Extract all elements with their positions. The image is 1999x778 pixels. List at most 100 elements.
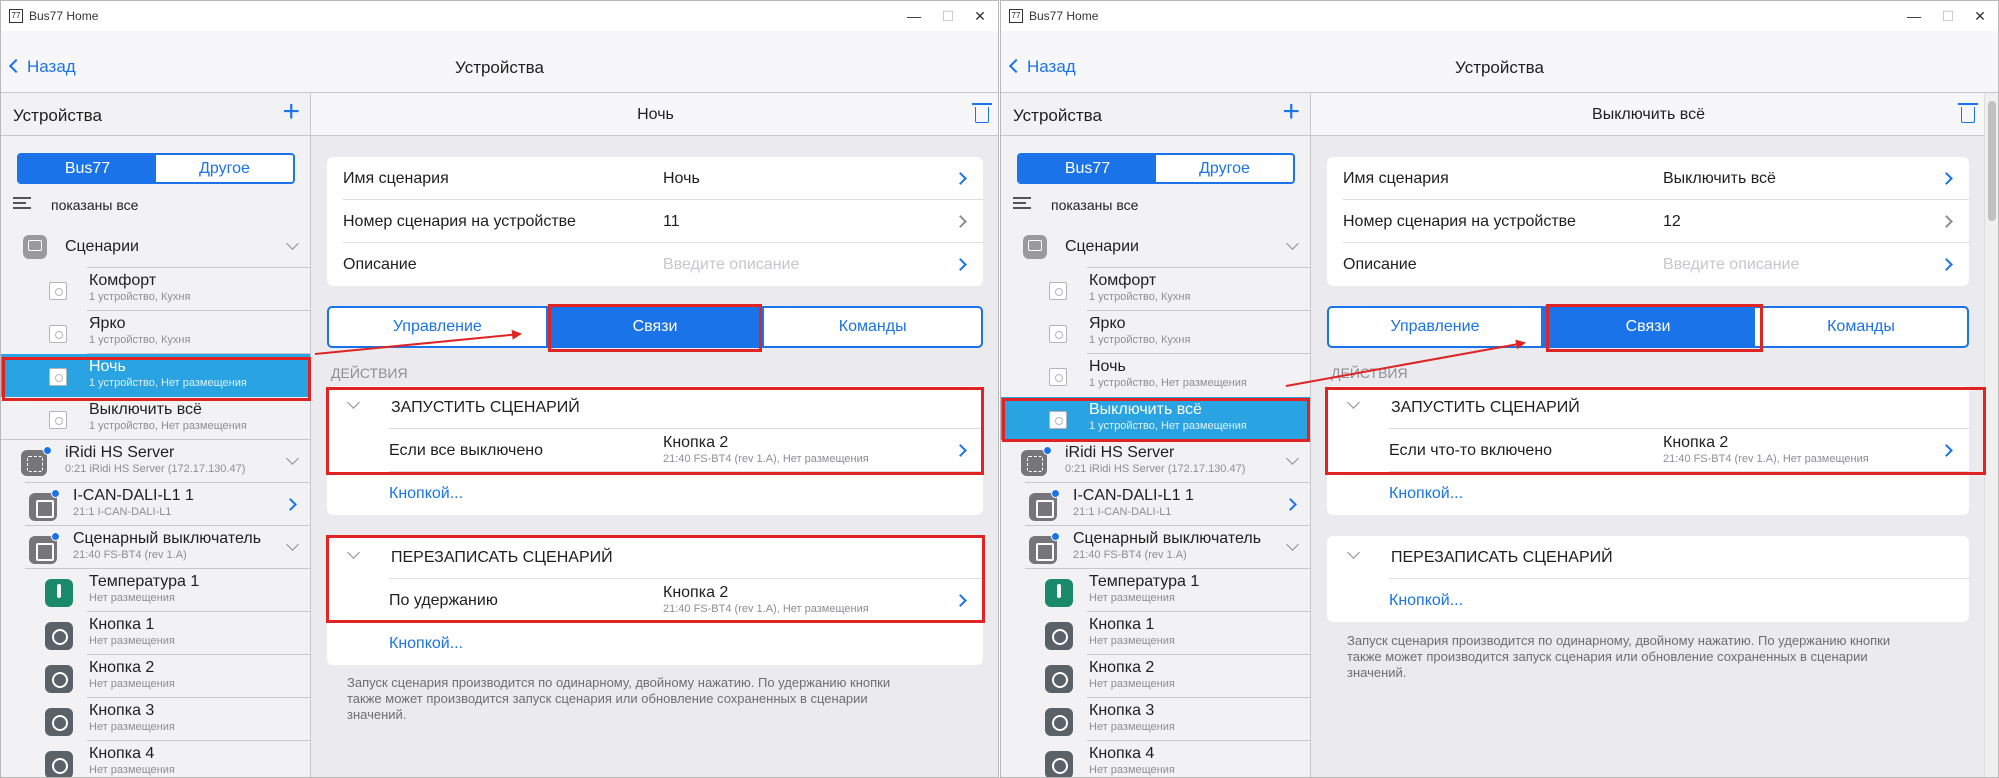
tree-group-server[interactable]: iRidi HS Server 0:21 iRidi HS Server (17… bbox=[1, 440, 310, 483]
add-button-link[interactable]: Кнопкой... bbox=[1389, 485, 1463, 503]
list-item[interactable]: Ночь 1 устройство, Нет размещения bbox=[1001, 354, 1310, 397]
group-title: ЗАПУСТИТЬ СЦЕНАРИЙ bbox=[391, 399, 580, 416]
add-button-link[interactable]: Кнопкой... bbox=[389, 635, 463, 653]
chevron-right-icon bbox=[1940, 215, 1953, 228]
row-name: Ярко bbox=[1089, 315, 1126, 332]
tab-links[interactable]: Связи bbox=[1542, 308, 1755, 346]
list-item-selected[interactable]: Выключить всё 1 устройство, Нет размещен… bbox=[1001, 397, 1310, 440]
minimize-button[interactable]: — bbox=[1900, 5, 1928, 27]
group-header-overwrite[interactable]: ПЕРЕЗАПИСАТЬ СЦЕНАРИЙ bbox=[1327, 536, 1969, 579]
group-header-run[interactable]: ЗАПУСТИТЬ СЦЕНАРИЙ bbox=[327, 386, 983, 429]
filter-row[interactable]: показаны все bbox=[1013, 193, 1303, 217]
tab-control[interactable]: Управление bbox=[329, 308, 547, 346]
add-link-row[interactable]: Кнопкой... bbox=[327, 622, 983, 665]
row-name: Кнопка 1 bbox=[89, 616, 155, 633]
field-row-number[interactable]: Номер сценария на устройстве 11 bbox=[327, 200, 983, 243]
tree-group-scenarios[interactable]: Сценарии bbox=[1001, 225, 1310, 268]
row-name: Сценарный выключатель bbox=[73, 530, 262, 547]
group-header-overwrite[interactable]: ПЕРЕЗАПИСАТЬ СЦЕНАРИЙ bbox=[327, 536, 983, 579]
maximize-button[interactable]: ☐ bbox=[934, 5, 962, 27]
tab-control[interactable]: Управление bbox=[1329, 308, 1542, 346]
status-dot bbox=[51, 532, 60, 541]
help-note: Запуск сценария производится по одинарно… bbox=[1347, 633, 1977, 681]
description-placeholder[interactable]: Введите описание bbox=[1663, 256, 1799, 274]
scenarios-icon bbox=[23, 235, 47, 259]
list-item[interactable]: Кнопка 3 Нет размещения bbox=[1, 698, 310, 741]
scrollbar-thumb[interactable] bbox=[1988, 101, 1996, 221]
segment-other[interactable]: Другое bbox=[1156, 155, 1293, 182]
add-button-link[interactable]: Кнопкой... bbox=[389, 485, 463, 503]
segment-other[interactable]: Другое bbox=[156, 155, 293, 182]
group-header-run[interactable]: ЗАПУСТИТЬ СЦЕНАРИЙ bbox=[1327, 386, 1969, 429]
list-item[interactable]: Комфорт 1 устройство, Кухня bbox=[1, 268, 310, 311]
nav-bar: Назад Устройства bbox=[1001, 31, 1998, 93]
segment-bus77[interactable]: Bus77 bbox=[19, 155, 156, 182]
minimize-button[interactable]: — bbox=[900, 5, 928, 27]
chevron-down-icon bbox=[1347, 396, 1360, 409]
field-row-description[interactable]: Описание Введите описание bbox=[1327, 243, 1969, 286]
list-item[interactable]: Ярко 1 устройство, Кухня bbox=[1001, 311, 1310, 354]
tree-group-server[interactable]: iRidi HS Server 0:21 iRidi HS Server (17… bbox=[1001, 440, 1310, 483]
list-item[interactable]: Кнопка 4 Нет размещения bbox=[1, 741, 310, 777]
row-subtitle: Нет размещения bbox=[1089, 635, 1175, 647]
tree-item-dali[interactable]: I-CAN-DALI-L1 1 21:1 I-CAN-DALI-L1 bbox=[1001, 483, 1310, 526]
tab-commands[interactable]: Команды bbox=[1755, 308, 1967, 346]
list-item[interactable]: Ярко 1 устройство, Кухня bbox=[1, 311, 310, 354]
filter-row[interactable]: показаны все bbox=[13, 193, 303, 217]
field-row-name[interactable]: Имя сценария Ночь bbox=[327, 157, 983, 200]
list-item[interactable]: Кнопка 2 Нет размещения bbox=[1001, 655, 1310, 698]
trash-icon[interactable] bbox=[1958, 103, 1978, 123]
list-item[interactable]: Кнопка 2 Нет размещения bbox=[1, 655, 310, 698]
action-row[interactable]: По удержанию Кнопка 2 21:40 FS-BT4 (rev … bbox=[327, 579, 983, 622]
action-row[interactable]: Если что-то включено Кнопка 2 21:40 FS-B… bbox=[1327, 429, 1969, 472]
row-name: iRidi HS Server bbox=[1065, 444, 1175, 461]
field-row-description[interactable]: Описание Введите описание bbox=[327, 243, 983, 286]
list-item[interactable]: Кнопка 3 Нет размещения bbox=[1001, 698, 1310, 741]
add-device-button[interactable]: + bbox=[282, 97, 300, 127]
window-title: Bus77 Home bbox=[1029, 9, 1099, 23]
tree-group-switch[interactable]: Сценарный выключатель 21:40 FS-BT4 (rev … bbox=[1001, 526, 1310, 569]
scenario-icon bbox=[1049, 368, 1067, 386]
list-item[interactable]: Кнопка 4 Нет размещения bbox=[1001, 741, 1310, 777]
row-name: Сценарии bbox=[1065, 238, 1139, 255]
field-row-name[interactable]: Имя сценария Выключить всё bbox=[1327, 157, 1969, 200]
list-item[interactable]: Кнопка 1 Нет размещения bbox=[1001, 612, 1310, 655]
status-dot bbox=[51, 489, 60, 498]
add-link-row[interactable]: Кнопкой... bbox=[1327, 472, 1969, 515]
list-item[interactable]: Комфорт 1 устройство, Кухня bbox=[1001, 268, 1310, 311]
add-link-row[interactable]: Кнопкой... bbox=[1327, 579, 1969, 622]
chevron-right-icon bbox=[1940, 444, 1953, 457]
power-button-icon bbox=[45, 751, 73, 777]
action-row[interactable]: Если все выключено Кнопка 2 21:40 FS-BT4… bbox=[327, 429, 983, 472]
maximize-button[interactable]: ☐ bbox=[1934, 5, 1962, 27]
field-row-number[interactable]: Номер сценария на устройстве 12 bbox=[1327, 200, 1969, 243]
chevron-right-icon bbox=[954, 594, 967, 607]
close-button[interactable]: ✕ bbox=[1966, 5, 1994, 27]
devices-sidebar: Устройства + Bus77 Другое показаны все С… bbox=[1, 93, 311, 777]
tree-item-dali[interactable]: I-CAN-DALI-L1 1 21:1 I-CAN-DALI-L1 bbox=[1, 483, 310, 526]
tree-group-switch[interactable]: Сценарный выключатель 21:40 FS-BT4 (rev … bbox=[1, 526, 310, 569]
section-label: ДЕЙСТВИЯ bbox=[331, 365, 408, 381]
tab-commands[interactable]: Команды bbox=[764, 308, 981, 346]
description-placeholder[interactable]: Введите описание bbox=[663, 256, 799, 274]
app-window-left: 77 Bus77 Home — ☐ ✕ Назад Устройства Уст… bbox=[0, 0, 999, 778]
scenario-icon bbox=[49, 325, 67, 343]
chevron-down-icon bbox=[1286, 538, 1299, 551]
add-device-button[interactable]: + bbox=[1282, 97, 1300, 127]
scenario-icon bbox=[1049, 325, 1067, 343]
row-name: iRidi HS Server bbox=[65, 444, 175, 461]
list-item[interactable]: Выключить всё 1 устройство, Нет размещен… bbox=[1, 397, 310, 440]
list-item[interactable]: Температура 1 Нет размещения bbox=[1001, 569, 1310, 612]
tab-links[interactable]: Связи bbox=[546, 308, 765, 346]
trash-icon[interactable] bbox=[972, 103, 992, 123]
vertical-scrollbar[interactable] bbox=[1984, 93, 1998, 777]
list-item-selected[interactable]: Ночь 1 устройство, Нет размещения bbox=[1, 354, 310, 397]
tree-group-scenarios[interactable]: Сценарии bbox=[1, 225, 310, 268]
list-item[interactable]: Температура 1 Нет размещения bbox=[1, 569, 310, 612]
add-link-row[interactable]: Кнопкой... bbox=[327, 472, 983, 515]
add-button-link[interactable]: Кнопкой... bbox=[1389, 592, 1463, 610]
filter-label: показаны все bbox=[51, 197, 139, 213]
list-item[interactable]: Кнопка 1 Нет размещения bbox=[1, 612, 310, 655]
segment-bus77[interactable]: Bus77 bbox=[1019, 155, 1156, 182]
close-button[interactable]: ✕ bbox=[966, 5, 994, 27]
